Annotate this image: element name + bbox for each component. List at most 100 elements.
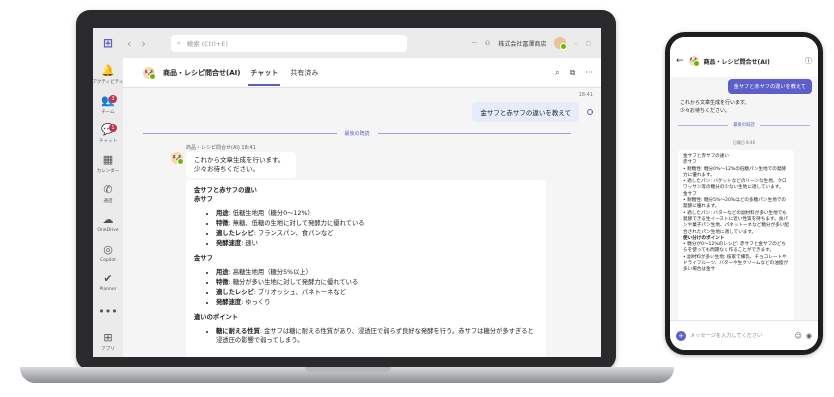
phone-message-list: 金サフと赤サフの違いを教えて これから文章生成を行います。 少々お待ちください。…	[670, 77, 818, 322]
top-bar: ⊞ ‹ › ⌕ 検索 (Ctrl+E) ··· ⚇ 株式会社冨澤商店 – ▢	[93, 28, 601, 58]
rail-item[interactable]: 💬 1 チャット	[93, 119, 123, 149]
planner-icon: ✔	[103, 272, 113, 286]
divider-label: 最後の既読	[344, 130, 370, 137]
calendar-icon: ▦	[102, 152, 114, 166]
answer-list-item: 発酵速度: 速い	[216, 239, 538, 248]
answer-section-heading: 金サフ	[194, 255, 213, 262]
teams-logo-icon[interactable]: ⊞	[93, 36, 123, 50]
item-value: : ブリオッシュ、パネトーネなど	[253, 289, 346, 296]
header-actions: ⌕ ⧉ ···	[555, 68, 601, 78]
notification-badge: 1	[109, 124, 117, 133]
rail-item[interactable]: ✔ Planner	[93, 268, 123, 298]
rail-item-label: チーム	[101, 109, 115, 115]
answer-section-heading: 違いのポイント	[194, 314, 239, 321]
answer-list-item: 用途: 低糖生地用（糖分0〜12%）	[216, 209, 538, 218]
window-maximize-icon[interactable]: ▢	[585, 40, 591, 47]
forward-arrow-icon[interactable]: ›	[141, 37, 145, 50]
message-input[interactable]: メッセージを入力してください	[690, 332, 791, 339]
phone-bot-answer: 金サフと赤サフの違い 赤サフ • 耐糖性: 糖分0%〜12%の低糖パン生地での発酵力…	[678, 150, 794, 322]
back-arrow-icon[interactable]: ←	[676, 56, 684, 66]
add-icon[interactable]: +	[676, 330, 686, 341]
item-label: 適したレシピ	[216, 289, 254, 296]
phone-header: ← 🐶 商品・レシピ問合せ(AI) ⓘ	[670, 37, 818, 77]
more-options-icon[interactable]: ···	[471, 40, 477, 47]
phone-answer-line: • 耐糖性: 糖分0%〜12%の低糖パン生地での発酵力に優れます。	[683, 166, 787, 178]
last-read-divider: 最後の既読	[143, 128, 572, 138]
bot-answer: 金サフと赤サフの違い赤サフ用途: 低糖生地用（糖分0〜12%）特徴: 無糖、低糖…	[186, 180, 546, 357]
user-message: 金サフと赤サフの違いを教えて	[472, 102, 579, 122]
phone-last-read-divider: 最後の既読	[678, 122, 811, 128]
item-label: 用途	[216, 210, 229, 217]
item-value: : 高糖生地用（糖分5%以上）	[228, 269, 312, 276]
bell-icon: 🔔	[101, 63, 115, 77]
user-avatar[interactable]	[554, 37, 568, 50]
rail-item-label: アクティビティ	[93, 79, 124, 85]
item-value: : 低糖生地用（糖分0〜12%）	[228, 210, 314, 217]
answer-list: 糖に耐える性質: 金サフは糖に耐える性質があり、浸透圧で弱らず良好な発酵を行う。…	[216, 327, 538, 345]
phone-compose-bar: + メッセージを入力してください ☺ ◉	[670, 320, 818, 350]
rail-item[interactable]: ▦ カレンダー	[93, 149, 123, 179]
bot-message-meta: 商品・レシピ問合せ(AI) 18:41	[186, 145, 256, 151]
message-time: 18:41	[578, 92, 593, 98]
rail-item[interactable]: ◎ Copilot	[93, 238, 123, 268]
bot-message-avatar: 🐶	[171, 152, 184, 165]
search-chat-icon[interactable]: ⌕	[555, 68, 559, 78]
rail-item-label: 通話	[103, 198, 113, 204]
phone-screen: ← 🐶 商品・レシピ問合せ(AI) ⓘ 金サフと赤サフの違いを教えて これから文…	[670, 37, 818, 350]
answer-list-item: 特徴: 無糖、低糖の生地に対して発酵力に優れている	[216, 219, 538, 228]
more-icon: •••	[98, 305, 118, 319]
item-value: : 速い	[241, 240, 258, 247]
cloud-icon: ☁	[102, 212, 114, 226]
emoji-icon[interactable]: ☺	[795, 332, 802, 340]
rail-item[interactable]: 👥 3 チーム	[93, 90, 123, 120]
rail-item[interactable]: •••	[93, 298, 123, 328]
camera-icon[interactable]: ◉	[806, 332, 812, 340]
tab-shared[interactable]: 共有済み	[288, 68, 320, 78]
rail-item-label: OneDrive	[97, 227, 119, 233]
phone-icon: ✆	[103, 182, 113, 196]
rail-item[interactable]: ☁ OneDrive	[93, 209, 123, 239]
bot-avatar: 🐶	[143, 66, 156, 80]
item-value: : 無糖、低糖の生地に対して発酵力に優れている	[228, 220, 365, 227]
message-list: 18:41 金サフと赤サフの違いを教えて 最後の既読 商品・レシピ問合せ(AI)…	[123, 88, 601, 357]
popout-icon[interactable]: ⧉	[570, 68, 576, 78]
back-arrow-icon[interactable]: ‹	[127, 37, 131, 50]
search-input[interactable]: ⌕ 検索 (Ctrl+E)	[171, 34, 407, 52]
phone-bot-avatar: 🐶	[688, 56, 700, 67]
rail-item-label: Copilot	[100, 257, 116, 263]
phone-message-time: 日曜日 8:46	[732, 140, 756, 145]
chat-panel: 🐶 商品・レシピ問合せ(AI) チャット 共有済み ⌕ ⧉ ··· 18:41 …	[123, 58, 601, 357]
phone-answer-line: • 糖分が0〜12%のレシピ: 赤サフと金サフのどちらを使っても問題なく作ること…	[683, 242, 787, 254]
item-label: 糖に耐える性質	[216, 328, 260, 335]
search-placeholder: 検索 (Ctrl+E)	[186, 40, 228, 48]
answer-list-item: 適したレシピ: フランスパン、食パンなど	[216, 229, 538, 238]
item-label: 適したレシピ	[216, 230, 254, 237]
chat-header: 🐶 商品・レシピ問合せ(AI) チャット 共有済み ⌕ ⧉ ···	[123, 58, 601, 88]
phone-chat-title: 商品・レシピ問合せ(AI)	[703, 58, 770, 66]
item-value: : フランスパン、食パンなど	[253, 230, 334, 237]
item-value: : 金サフは糖に耐える性質があり、浸透圧で弱らず良好な発酵を行う。赤サフは糖分が…	[216, 328, 534, 344]
info-icon[interactable]: ⓘ	[805, 56, 812, 66]
notification-badge: 3	[109, 94, 117, 103]
topbar-right: ··· ⚇ 株式会社冨澤商店 – ▢	[471, 37, 601, 50]
rail-item[interactable]: 🔔 アクティビティ	[93, 60, 123, 90]
window-minimize-icon[interactable]: –	[574, 40, 577, 47]
people-icon[interactable]: ⚇	[485, 40, 490, 47]
phone-bot-message-1: これから文章生成を行います。 少々お待ちください。	[680, 99, 750, 115]
rail-item[interactable]: ⊞ アプリ	[93, 327, 123, 357]
answer-list-item: 糖に耐える性質: 金サフは糖に耐える性質があり、浸透圧で弱らず良好な発酵を行う。…	[216, 327, 538, 345]
answer-list-item: 適したレシピ: ブリオッシュ、パネトーネなど	[216, 288, 538, 297]
phone-answer-line: • 適したパン: バゲットなどのリーンな生地、クロワッサン等の糖分の少ない生地に…	[683, 179, 787, 191]
answer-list-item: 特徴: 糖分が多い生地に対して発酵力に優れている	[216, 278, 538, 287]
rail-item[interactable]: ✆ 通話	[93, 179, 123, 209]
teams-window: ⊞ ‹ › ⌕ 検索 (Ctrl+E) ··· ⚇ 株式会社冨澤商店 – ▢ 🔔…	[93, 28, 601, 357]
answer-section-heading: 赤サフ	[194, 196, 213, 203]
item-label: 用途	[216, 269, 229, 276]
search-icon: ⌕	[177, 38, 181, 47]
rail-item-label: アプリ	[101, 347, 115, 353]
tab-chat[interactable]: チャット	[248, 68, 281, 86]
chat-title: 商品・レシピ問合せ(AI)	[163, 68, 241, 77]
app-rail: 🔔 アクティビティ 👥 3 チーム 💬 1 チャット ▦ カレンダー ✆ 通話 ☁ OneDrive ◎ Co…	[93, 58, 123, 357]
more-icon[interactable]: ···	[585, 68, 593, 78]
phone-answer-line: • 適したパン: バターなどの副材料が多い生地でも発酵できる生イーストに近い性質…	[683, 210, 789, 235]
